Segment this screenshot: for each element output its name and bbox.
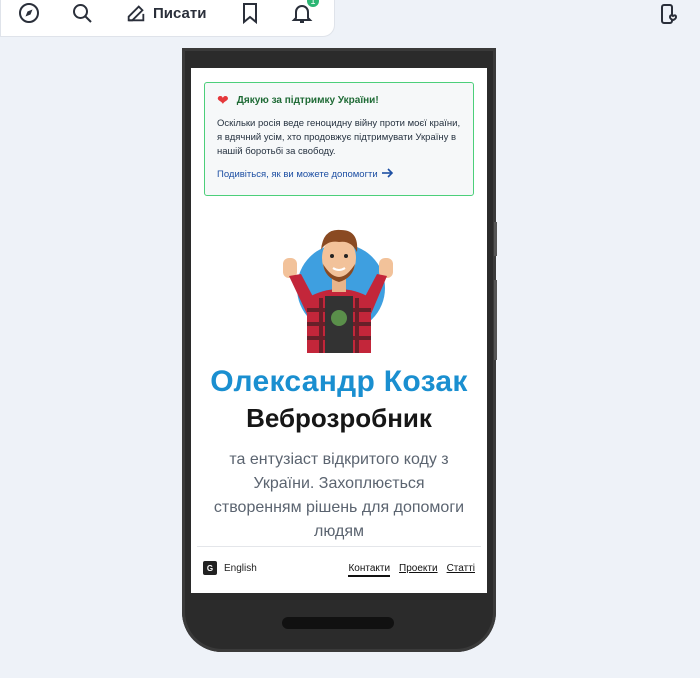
phone-side-button	[494, 222, 497, 256]
write-label: Писати	[153, 4, 207, 22]
arrow-right-icon	[381, 168, 394, 181]
translate-icon: G	[203, 561, 217, 575]
profile-description: та ентузіаст відкритого коду з України. …	[213, 451, 465, 540]
notification-badge: 1	[307, 0, 319, 7]
support-link[interactable]: Подивіться, як ви можете допомогти	[217, 168, 461, 181]
nav-contacts[interactable]: Контакти	[348, 563, 391, 577]
support-text: Оскільки росія веде геноцидну війну прот…	[217, 118, 461, 157]
profile-name: Олександр Козак	[210, 365, 468, 398]
write-button[interactable]: Писати	[125, 1, 206, 25]
support-ukraine-card: ❤ Дякую за підтримку України! Оскільки р…	[204, 82, 474, 196]
compass-icon[interactable]	[17, 1, 41, 25]
phone-speaker	[282, 617, 394, 629]
phone-screen: ❤ Дякую за підтримку України! Оскільки р…	[191, 68, 487, 593]
pencil-icon	[127, 5, 145, 22]
footer-divider	[197, 546, 481, 547]
footer-nav: Контакти Проекти Статті	[348, 563, 475, 577]
language-switch[interactable]: G English	[203, 561, 257, 575]
support-link-label: Подивіться, як ви можете допомогти	[217, 169, 378, 180]
support-title: Дякую за підтримку України!	[236, 94, 379, 106]
top-toolbar: Писати 1	[0, 0, 335, 37]
profile-role: Веброзробник	[246, 403, 432, 433]
nav-projects[interactable]: Проекти	[399, 563, 438, 577]
bookmark-icon[interactable]	[238, 1, 262, 25]
nav-articles[interactable]: Статті	[447, 563, 475, 577]
phone-side-button	[494, 280, 497, 360]
heart-icon: ❤	[217, 92, 229, 108]
language-label: English	[224, 562, 257, 574]
avatar-illustration	[283, 229, 393, 353]
search-icon[interactable]	[70, 1, 94, 25]
phone-heart-icon[interactable]	[656, 2, 680, 26]
